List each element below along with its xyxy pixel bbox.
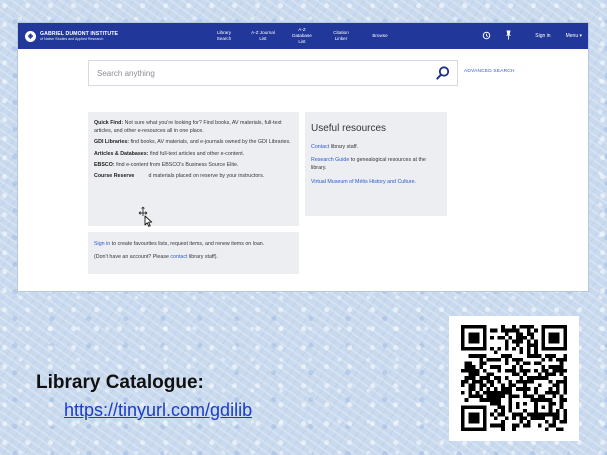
nav-links: Library Search A-Z Journal List A-Z Data… xyxy=(210,27,394,44)
qr-code-image xyxy=(461,325,567,431)
search-input[interactable]: Search anything xyxy=(88,60,458,86)
articles-databases-text: Articles & Databases: find full-text art… xyxy=(94,150,245,157)
resource-research-guide: Research Guide to genealogical resources… xyxy=(311,157,426,172)
useful-resources-title: Useful resources xyxy=(311,123,387,134)
library-catalogue-screenshot: ◈ GABRIEL DUMONT INSTITUTE of Native Stu… xyxy=(18,23,588,291)
account-help-text: (Don't have an account? Please contact l… xyxy=(94,254,218,261)
nav-az-database-list[interactable]: A-Z Database List xyxy=(288,27,316,44)
logo-emblem-icon: ◈ xyxy=(25,30,36,42)
catalogue-url-link[interactable]: https://tinyurl.com/gdilib xyxy=(64,400,252,421)
mouse-cursor-icon xyxy=(138,206,153,227)
caption-label: Library Catalogue: xyxy=(36,372,204,393)
nav-az-journal-list[interactable]: A-Z Journal List xyxy=(249,30,277,41)
slide-caption: Library Catalogue: https://tinyurl.com/g… xyxy=(36,372,252,421)
sign-in-link[interactable]: Sign in xyxy=(535,33,550,39)
menu-button[interactable]: Menu ▾ xyxy=(566,33,582,39)
nav-citation-linker[interactable]: Citation Linker xyxy=(327,30,355,41)
pin-icon[interactable] xyxy=(501,30,515,42)
history-icon[interactable] xyxy=(479,31,493,42)
institute-logo[interactable]: ◈ GABRIEL DUMONT INSTITUTE of Native Stu… xyxy=(25,30,200,42)
advanced-search-link[interactable]: ADVANCED SEARCH xyxy=(464,69,515,74)
contact-inline-link[interactable]: contact xyxy=(170,254,187,260)
logo-subtitle: of Native Studies and Applied Research xyxy=(40,36,104,41)
search-help-card: Quick Find: Not sure what you're looking… xyxy=(88,112,299,226)
nav-library-search[interactable]: Library Search xyxy=(210,30,238,41)
search-icon[interactable] xyxy=(435,65,451,81)
sign-in-inline-link[interactable]: Sign in xyxy=(94,241,110,247)
contact-link[interactable]: Contact xyxy=(311,144,329,150)
search-placeholder: Search anything xyxy=(97,68,155,78)
sign-in-info-card: Sign in to create favourites lists, requ… xyxy=(88,232,299,274)
gdi-libraries-text: GDI Libraries: find books, AV materials,… xyxy=(94,139,291,146)
search-row: Search anything ADVANCED SEARCH xyxy=(88,60,578,86)
resource-virtual-museum: Virtual Museum of Métis History and Cult… xyxy=(311,178,441,186)
nav-browse[interactable]: Browse xyxy=(366,33,394,39)
nav-right-group: Sign in Menu ▾ xyxy=(479,23,588,49)
quick-find-text: Quick Find: Not sure what you're looking… xyxy=(94,120,282,135)
useful-resources-card: Useful resources Contact library staff. … xyxy=(305,112,447,216)
top-navbar: ◈ GABRIEL DUMONT INSTITUTE of Native Stu… xyxy=(18,23,588,49)
qr-code xyxy=(449,316,579,441)
sign-in-prompt: Sign in to create favourites lists, requ… xyxy=(94,241,265,247)
virtual-museum-link[interactable]: Virtual Museum of Métis History and Cult… xyxy=(311,179,416,185)
course-reserves-text: Course Reserves: findd materials placed … xyxy=(94,173,265,180)
resource-contact: Contact library staff. xyxy=(311,144,359,150)
ebsco-text: EBSCO: find e-content from EBSCO's Busin… xyxy=(94,161,239,168)
research-guide-link[interactable]: Research Guide xyxy=(311,157,349,163)
